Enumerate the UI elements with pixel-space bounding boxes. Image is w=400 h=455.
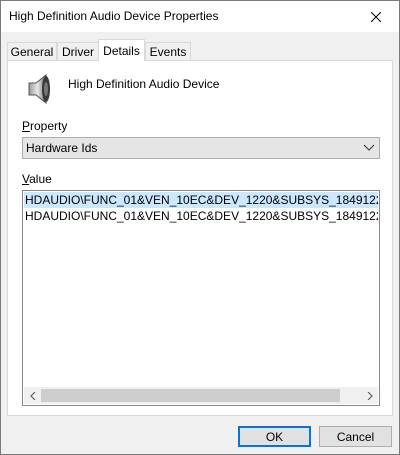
list-item[interactable]: HDAUDIO\FUNC_01&VEN_10EC&DEV_1220&SUBSYS… (24, 208, 378, 224)
property-label-rest: roperty (30, 119, 68, 133)
tab-label: Events (149, 44, 187, 59)
property-dropdown-value: Hardware Ids (26, 141, 98, 155)
tab-details[interactable]: Details (98, 39, 145, 61)
cancel-button[interactable]: Cancel (319, 426, 392, 447)
value-listbox[interactable]: HDAUDIO\FUNC_01&VEN_10EC&DEV_1220&SUBSYS… (22, 190, 380, 406)
tab-general[interactable]: General (7, 42, 57, 60)
list-item[interactable]: HDAUDIO\FUNC_01&VEN_10EC&DEV_1220&SUBSYS… (24, 192, 378, 208)
value-label-rest: alue (29, 172, 52, 186)
tab-label: Details (103, 43, 140, 58)
properties-dialog: High Definition Audio Device Properties … (0, 0, 400, 455)
chevron-down-icon (363, 144, 375, 151)
chevron-left-icon (29, 391, 35, 400)
window-title: High Definition Audio Device Properties (9, 9, 219, 23)
ok-button-label: OK (265, 429, 284, 444)
tab-driver[interactable]: Driver (57, 42, 99, 60)
ok-button[interactable]: OK (238, 426, 311, 447)
speaker-icon (28, 74, 50, 104)
property-label: Property (22, 119, 67, 133)
title-bar: High Definition Audio Device Properties (1, 1, 399, 32)
scroll-right-button[interactable] (361, 387, 378, 404)
horizontal-scrollbar[interactable] (24, 387, 378, 404)
property-label-accesskey: P (22, 119, 31, 133)
tab-events[interactable]: Events (145, 42, 191, 60)
scrollbar-thumb[interactable] (41, 389, 340, 402)
chevron-right-icon (367, 391, 373, 400)
scroll-left-button[interactable] (24, 387, 41, 404)
tab-strip: General Driver Details Events (7, 39, 397, 61)
tab-label: General (10, 44, 54, 59)
device-name: High Definition Audio Device (68, 77, 220, 91)
close-button[interactable] (353, 1, 399, 32)
value-label: Value (22, 172, 52, 186)
details-panel: High Definition Audio Device Property Ha… (7, 60, 393, 416)
close-icon (371, 11, 381, 22)
property-dropdown[interactable]: Hardware Ids (22, 137, 380, 159)
tab-label: Driver (62, 44, 94, 59)
cancel-button-label: Cancel (336, 429, 375, 444)
